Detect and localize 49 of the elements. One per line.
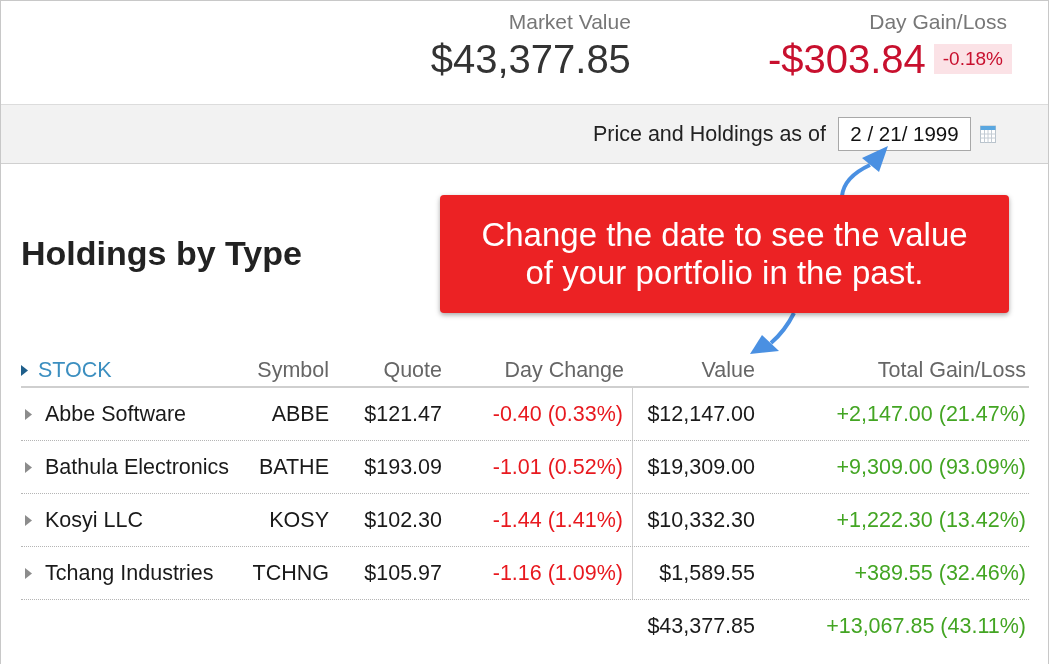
percent-badge: -0.18%: [933, 44, 1012, 74]
column-header: Symbol: [257, 357, 329, 383]
total-gain-cell: +9,309.00 (93.09%): [836, 454, 1026, 480]
quote-cell: $121.47: [364, 401, 442, 427]
day-change-cell: -1.16 (1.09%): [492, 560, 623, 586]
group-label[interactable]: STOCK: [38, 357, 112, 383]
day-change-cell: -1.44 (1.41%): [492, 507, 623, 533]
expand-triangle-icon[interactable]: [25, 461, 32, 473]
date-field[interactable]: 2 / 21/ 1999: [838, 117, 971, 151]
total-gain-cell: +2,147.00 (21.47%): [836, 401, 1026, 427]
quote-cell: $105.97: [364, 560, 442, 586]
symbol-cell: KOSY: [269, 507, 329, 533]
column-header: Day Change: [504, 357, 624, 383]
symbol-cell: TCHNG: [252, 560, 329, 586]
callout-box: Change the date to see the value of your portfolio in the past.: [440, 195, 1009, 313]
curved-arrow: [750, 312, 796, 354]
quote-cell: $102.30: [364, 507, 442, 533]
value-cell: $1,589.55: [659, 560, 755, 586]
expand-triangle-icon[interactable]: [25, 408, 32, 420]
date-label: Price and Holdings as of: [592, 121, 826, 147]
value-cell: $10,332.30: [647, 507, 755, 533]
holding-name: Kosyi LLC: [45, 507, 143, 533]
symbol-cell: ABBE: [271, 401, 329, 427]
column-header: Total Gain/Loss: [877, 357, 1026, 383]
column-header: Value: [701, 357, 755, 383]
total-gain-cell: +1,222.30 (13.42%): [836, 507, 1026, 533]
holding-name: Bathula Electronics: [45, 454, 230, 480]
column-header: Quote: [383, 357, 442, 383]
market-value: $43,377.85: [430, 37, 631, 81]
expand-triangle-icon[interactable]: [21, 364, 28, 376]
value-cell: $19,309.00: [647, 454, 755, 480]
day-gain-value: -$303.84: [767, 37, 926, 81]
expand-triangle-icon[interactable]: [25, 567, 32, 579]
value-cell: $12,147.00: [647, 401, 755, 427]
section-title: Holdings by Type: [21, 233, 302, 273]
holding-name: Abbe Software: [45, 401, 187, 427]
quote-cell: $193.09: [364, 454, 442, 480]
metric-label: Day Gain/Loss: [869, 10, 1008, 34]
holding-name: Tchang Industries: [45, 560, 214, 586]
expand-triangle-icon[interactable]: [25, 514, 32, 526]
symbol-cell: BATHE: [258, 454, 329, 480]
total-gain: +13,067.85 (43.11%): [826, 614, 1026, 639]
total-gain-cell: +389.55 (32.46%): [854, 560, 1026, 586]
curved-arrow: [840, 146, 888, 197]
calendar-icon[interactable]: [980, 125, 996, 143]
metric-label: Market Value: [508, 10, 631, 34]
day-change-cell: -0.40 (0.33%): [492, 401, 623, 427]
day-change-cell: -1.01 (0.52%): [492, 454, 623, 480]
total-value: $43,377.85: [647, 614, 755, 639]
